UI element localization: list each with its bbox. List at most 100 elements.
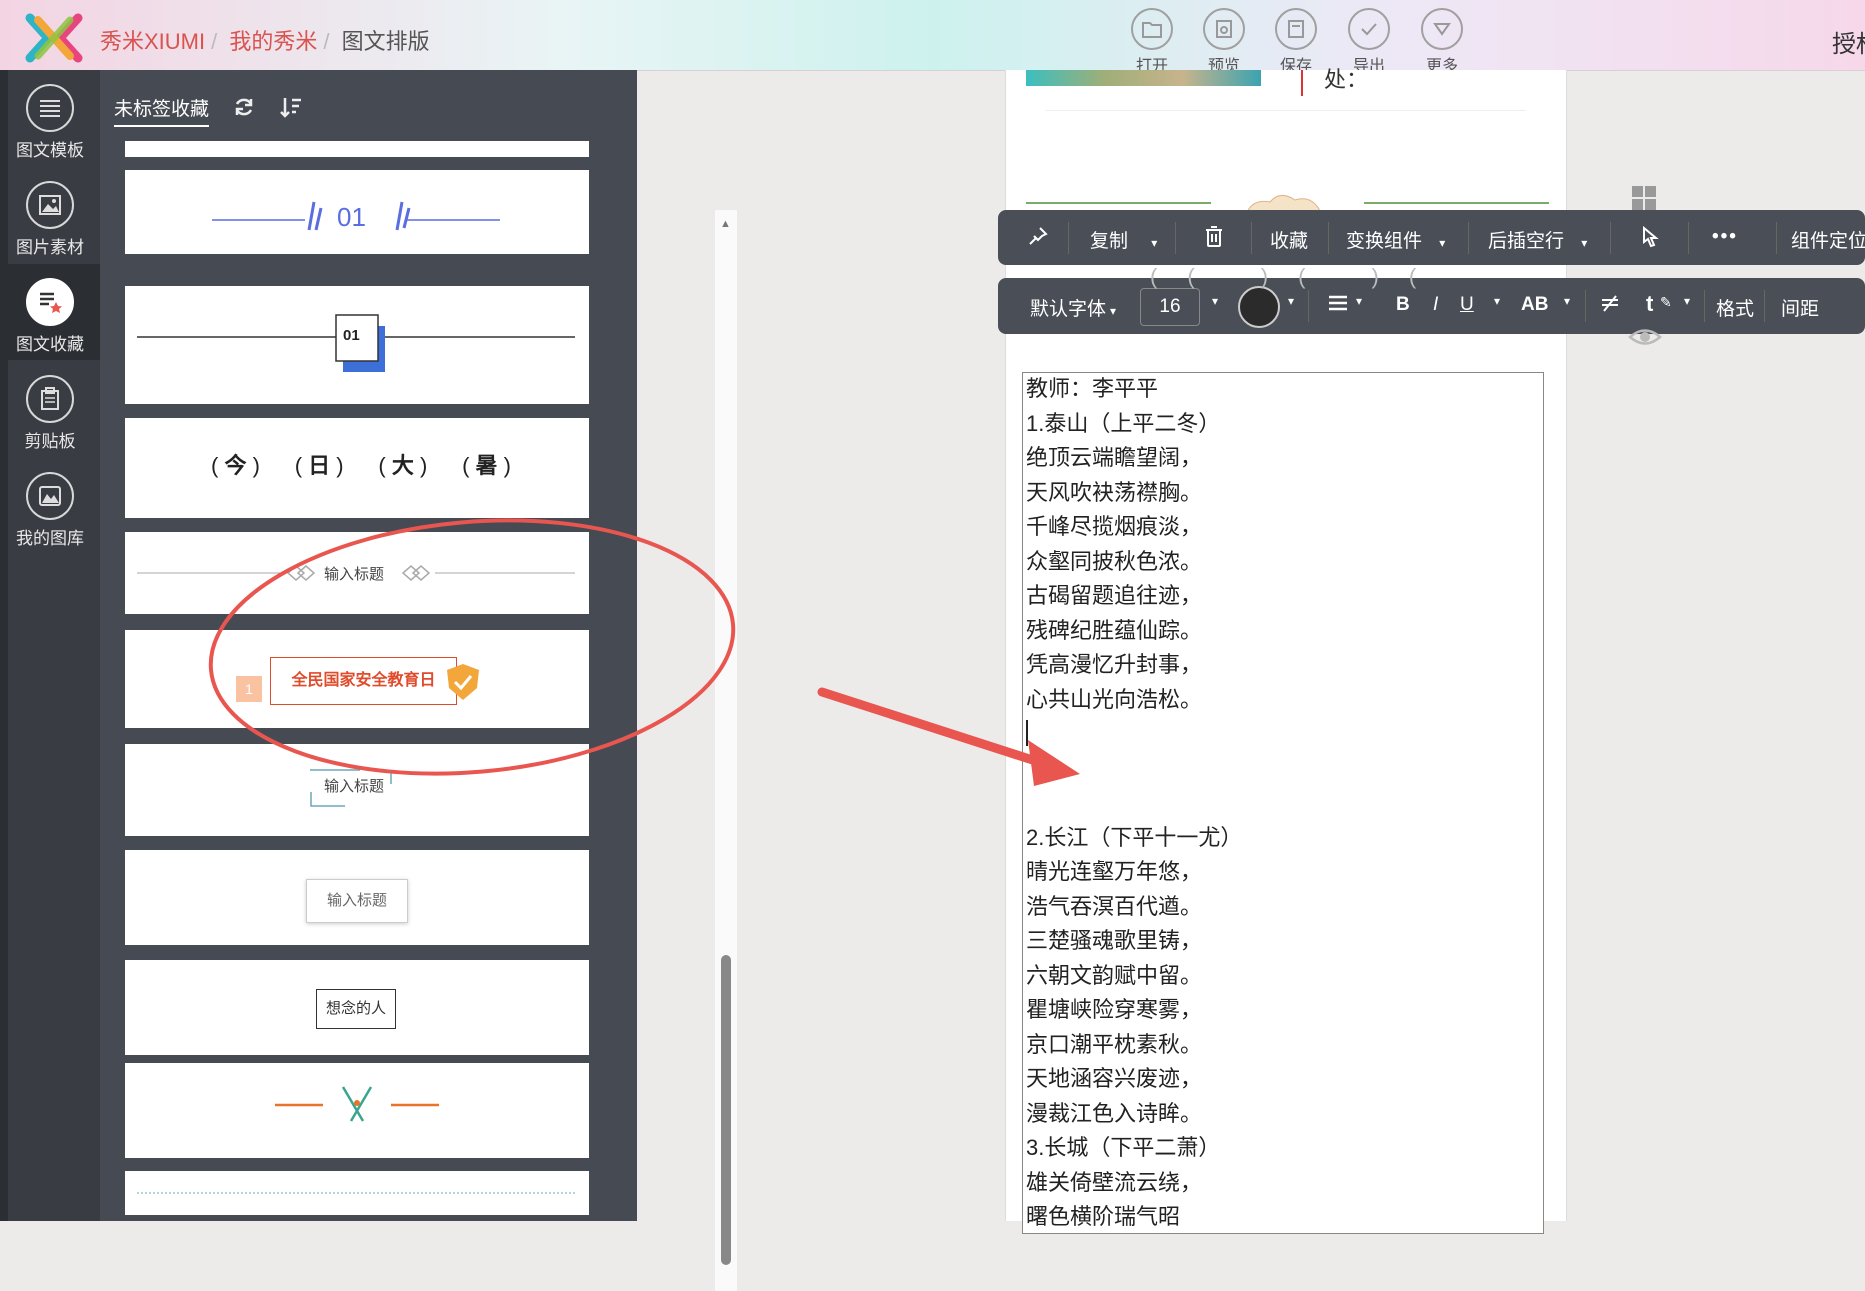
card-title: 想念的人 [316, 989, 396, 1029]
align-icon[interactable] [1328, 294, 1348, 318]
divider-number: 01 [337, 202, 366, 232]
grid-icon[interactable] [1631, 185, 1657, 211]
case-button[interactable]: AB [1521, 294, 1548, 316]
text-line[interactable]: 绝顶云端瞻望阔， [1026, 443, 1202, 473]
scroll-up-icon[interactable]: ▲ [720, 218, 731, 230]
golf-divider [275, 1086, 439, 1122]
rail-label: 图片素材 [16, 238, 84, 257]
text-line[interactable]: 天地涵容兴废迹， [1026, 1064, 1202, 1094]
save-button[interactable]: 保存 [1261, 8, 1331, 76]
case-dropdown[interactable]: ▾ [1564, 294, 1570, 308]
sort-icon[interactable] [280, 96, 302, 124]
rail-item-gallery[interactable]: 我的图库 [0, 458, 100, 554]
favorite-card[interactable]: ( 今 ) ( 日 ) ( 大 ) ( 暑 ) [125, 418, 589, 518]
text-line[interactable]: 3.长城（下平二萧） [1026, 1133, 1220, 1163]
breadcrumb-home[interactable]: 秀米XIUMI [100, 29, 205, 54]
text-line[interactable]: 残碑纪胜蕴仙踪。 [1026, 616, 1202, 646]
insert-after-button[interactable]: 后插空行 ▾ [1488, 226, 1587, 253]
text-line[interactable]: 京口潮平枕素秋。 [1026, 1030, 1202, 1060]
switch-component-button[interactable]: 变换组件 ▾ [1346, 226, 1445, 253]
favorite-card[interactable] [125, 1171, 589, 1215]
align-dropdown[interactable]: ▾ [1356, 294, 1362, 308]
pointer-icon[interactable] [1638, 225, 1660, 256]
favorites-panel: 未标签收藏 01 01 ( 今 ) ( 日 ) ( 大 ) ( 暑 ) 输入标题… [100, 70, 737, 1291]
spacing-button[interactable]: 间距 [1781, 294, 1819, 321]
favorite-card[interactable]: 想念的人 [125, 960, 589, 1055]
authorize-link[interactable]: 授权 [1832, 24, 1865, 59]
underline-dropdown[interactable]: ▾ [1494, 294, 1500, 308]
char-row: ( 今 ) ( 日 ) ( 大 ) ( 暑 ) [211, 448, 511, 488]
bold-button[interactable]: B [1396, 294, 1410, 316]
scrollbar-thumb[interactable] [721, 955, 731, 1265]
text-line[interactable]: 曙色横阶瑞气昭 [1026, 1202, 1180, 1232]
font-family-select[interactable]: 默认字体 ▾ [1030, 294, 1116, 321]
text-line[interactable]: 三楚骚魂歌里铸， [1026, 926, 1202, 956]
eye-icon[interactable] [1628, 324, 1662, 350]
image-icon [26, 181, 74, 229]
favorites-icon [26, 278, 74, 326]
locate-component-button[interactable]: 组件定位 [1791, 226, 1865, 253]
text-line[interactable]: 千峰尽揽烟痕淡， [1026, 512, 1202, 542]
font-size-dropdown[interactable]: ▾ [1212, 294, 1218, 308]
favorite-button[interactable]: 收藏 [1270, 226, 1308, 253]
preview-button[interactable]: 预览 [1189, 8, 1259, 76]
rail-item-favorites[interactable]: 图文收藏 [0, 264, 100, 360]
rail-label: 图文收藏 [16, 335, 84, 354]
text-line[interactable]: 瞿塘峡险穿寒雾， [1026, 995, 1202, 1025]
text-color-swatch[interactable] [1238, 286, 1280, 328]
rail-item-images[interactable]: 图片素材 [0, 167, 100, 263]
pin-icon[interactable] [1028, 226, 1048, 252]
xiumi-logo[interactable] [24, 12, 84, 64]
text-effect-dropdown[interactable]: ▾ [1684, 294, 1690, 308]
favorite-card[interactable]: 输入标题 [125, 744, 589, 836]
rail-label: 剪贴板 [24, 432, 76, 451]
text-line[interactable]: 六朝文韵赋中留。 [1026, 961, 1202, 991]
favorite-card[interactable]: 01 [125, 170, 589, 254]
text-line[interactable]: 心共山光向浩松。 [1026, 685, 1202, 715]
favorite-card[interactable]: 输入标题 [125, 850, 589, 945]
text-line[interactable]: 天风吹袂荡襟胸。 [1026, 478, 1202, 508]
underline-button[interactable]: U [1460, 294, 1474, 316]
format-button[interactable]: 格式 [1716, 294, 1754, 321]
text-effect-icon[interactable]: t [1646, 291, 1653, 317]
italic-button[interactable]: I [1433, 294, 1438, 316]
font-size-input[interactable]: 16 [1140, 288, 1200, 326]
rail-item-templates[interactable]: 图文模板 [0, 70, 100, 166]
text-line[interactable]: 晴光连壑万年悠， [1026, 857, 1202, 887]
text-line[interactable]: 浩气吞溟百代遒。 [1026, 892, 1202, 922]
preview-icon [1203, 8, 1245, 50]
badge-number: 1 [236, 676, 262, 702]
rail-item-clipboard[interactable]: 剪贴板 [0, 361, 100, 457]
open-button[interactable]: 打开 [1117, 8, 1187, 76]
trash-icon[interactable] [1205, 226, 1223, 254]
breadcrumb-my-xiumi[interactable]: 我的秀米 [229, 29, 317, 54]
tab-untagged-favorites[interactable]: 未标签收藏 [114, 94, 210, 127]
card-title: 输入标题 [306, 879, 408, 923]
copy-button[interactable]: 复制 ▾ [1090, 226, 1157, 253]
text-line[interactable]: 凭高漫忆升封事， [1026, 650, 1202, 680]
text-line[interactable]: 教师：李平平 [1026, 374, 1158, 404]
char-item: ( 今 ) [211, 453, 260, 478]
favorite-card[interactable]: 1 全民国家安全教育日 [125, 630, 589, 728]
text-line[interactable]: 雄关倚壁流云绕， [1026, 1168, 1202, 1198]
clear-format-icon[interactable] [1600, 294, 1620, 320]
text-line[interactable]: 2.长江（下平十一尤） [1026, 823, 1242, 853]
text-line[interactable]: 1.泰山（上平二冬） [1026, 409, 1220, 439]
color-dropdown[interactable]: ▾ [1288, 294, 1294, 308]
refresh-icon[interactable] [233, 96, 255, 124]
more-button[interactable]: 更多 [1407, 8, 1477, 76]
gallery-icon [26, 472, 74, 520]
text-line[interactable]: 漫裁江色入诗眸。 [1026, 1099, 1202, 1129]
box-number: 01 [343, 327, 360, 344]
favorite-card[interactable] [125, 1063, 589, 1158]
more-options-button[interactable]: ••• [1712, 226, 1738, 248]
breadcrumb-current: 图文排版 [341, 29, 430, 54]
favorite-card[interactable]: 输入标题 [125, 532, 589, 614]
left-rail: 图文模板 图片素材 图文收藏 剪贴板 我的图库 [0, 70, 100, 1221]
text-line[interactable]: 古碣留题追往迹， [1026, 581, 1202, 611]
text-line[interactable]: 众壑同披秋色浓。 [1026, 547, 1202, 577]
pen-icon: ✎ [1660, 294, 1672, 310]
favorite-card[interactable] [125, 141, 589, 157]
favorite-card[interactable]: 01 [125, 286, 589, 404]
save-icon [1275, 8, 1317, 50]
